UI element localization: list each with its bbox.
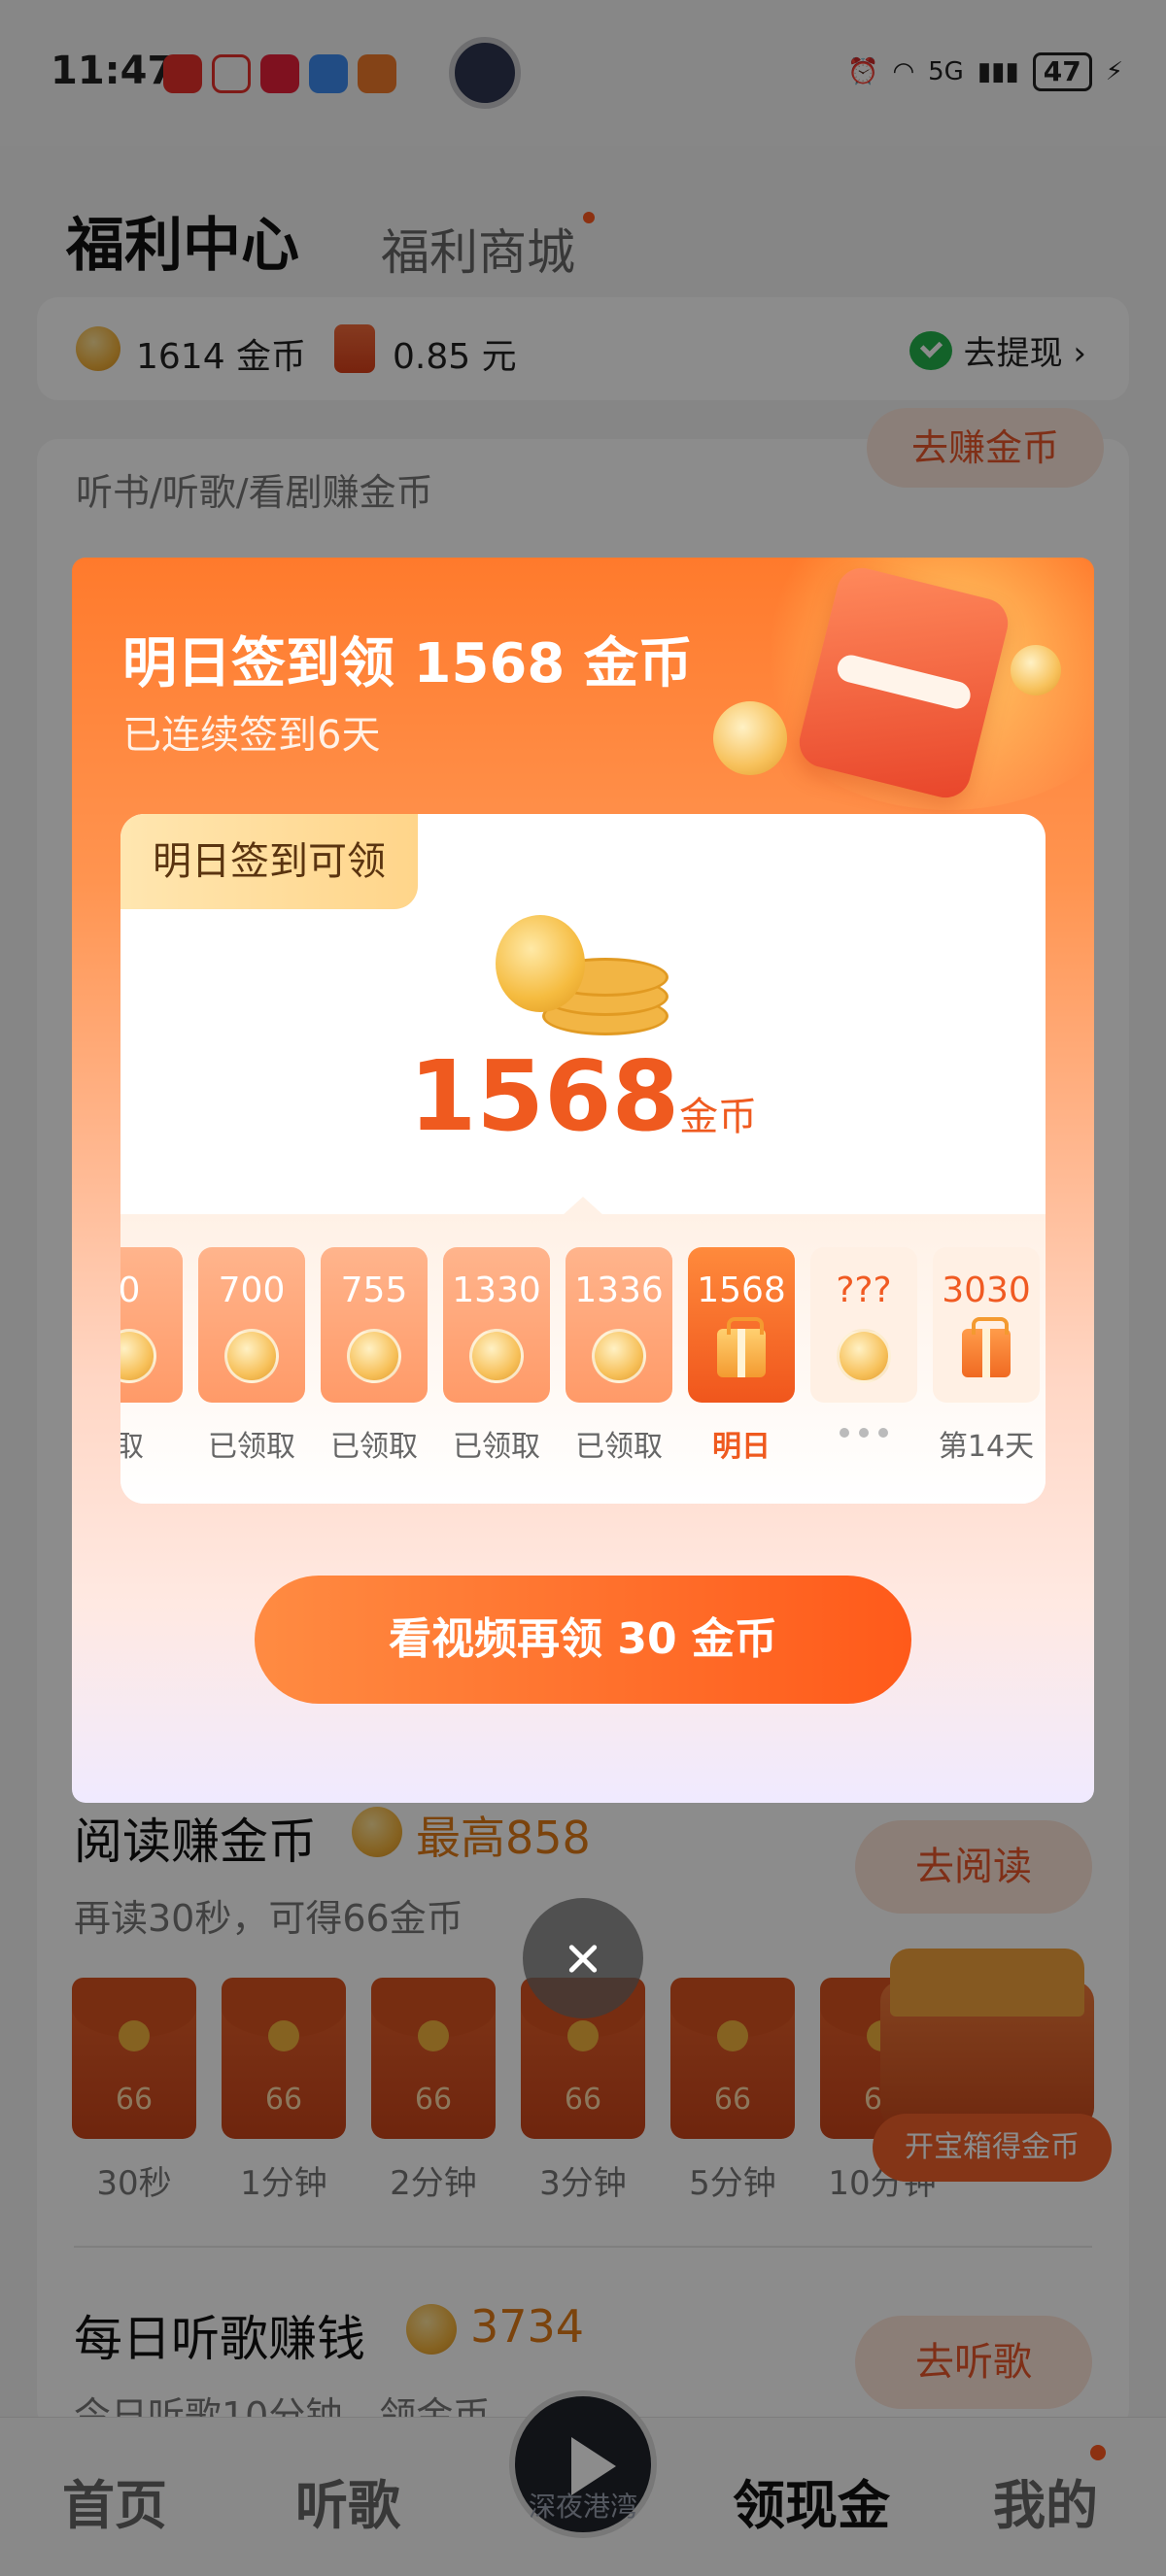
coin-icon xyxy=(469,1329,524,1383)
day-label: 取 xyxy=(120,1430,144,1464)
reward-amount: 1568金币 xyxy=(120,1039,1046,1153)
reward-unit: 金币 xyxy=(679,1095,758,1139)
day-label: 已领取 xyxy=(575,1430,663,1464)
gift-icon xyxy=(717,1317,766,1377)
day-value: 3030 xyxy=(942,1271,1031,1310)
day-value: 1336 xyxy=(574,1271,664,1310)
checkin-day: 3030 第14天 xyxy=(933,1247,1040,1464)
coin-stack-icon xyxy=(488,911,672,1037)
modal-title: 明日签到领 1568 金币 xyxy=(122,632,693,695)
checkin-day: 1330 已领取 xyxy=(443,1247,550,1464)
day-value: 755 xyxy=(340,1271,408,1310)
close-icon[interactable] xyxy=(523,1898,643,2018)
day-label: 已领取 xyxy=(208,1430,295,1464)
coin-icon xyxy=(120,1329,156,1383)
checkin-day-tomorrow: 1568 明日 xyxy=(688,1247,795,1464)
checkin-day: 0 取 xyxy=(120,1247,183,1464)
day-label: 已领取 xyxy=(330,1430,418,1464)
checkin-modal: 明日签到领 1568 金币 已连续签到6天 明日签到可领 1568金币 0 取 … xyxy=(72,558,1094,1803)
coin-icon xyxy=(1011,645,1061,695)
more-dots-icon xyxy=(840,1428,888,1438)
day-value: 700 xyxy=(218,1271,286,1310)
checkin-day: 700 已领取 xyxy=(198,1247,305,1464)
reward-panel: 明日签到可领 1568金币 0 取 700 已领取 755 已领取 1330 已… xyxy=(120,814,1046,1504)
reward-number: 1568 xyxy=(408,1039,680,1153)
band-pointer xyxy=(562,1197,604,1216)
watch-video-button[interactable]: 看视频再领 30 金币 xyxy=(255,1576,911,1704)
checkin-day: 755 已领取 xyxy=(321,1247,428,1464)
streak-text: 已连续签到6天 xyxy=(122,713,381,758)
day-value: 1330 xyxy=(452,1271,541,1310)
day-label: 已领取 xyxy=(453,1430,540,1464)
day-value: 1568 xyxy=(697,1271,786,1310)
coin-icon xyxy=(837,1329,891,1383)
checkin-day: ??? xyxy=(810,1247,917,1459)
day-label: 明日 xyxy=(712,1430,771,1464)
day-value: ??? xyxy=(836,1271,892,1310)
checkin-days-row: 0 取 700 已领取 755 已领取 1330 已领取 1336 已领取 15… xyxy=(120,1247,1040,1464)
coin-icon xyxy=(347,1329,401,1383)
gift-icon xyxy=(962,1317,1011,1377)
checkin-day: 1336 已领取 xyxy=(566,1247,672,1464)
coin-icon xyxy=(224,1329,279,1383)
coin-icon xyxy=(592,1329,646,1383)
day-value: 0 xyxy=(120,1271,141,1310)
tomorrow-tag: 明日签到可领 xyxy=(120,814,418,909)
coin-icon xyxy=(713,701,787,775)
day-label: 第14天 xyxy=(938,1430,1035,1464)
